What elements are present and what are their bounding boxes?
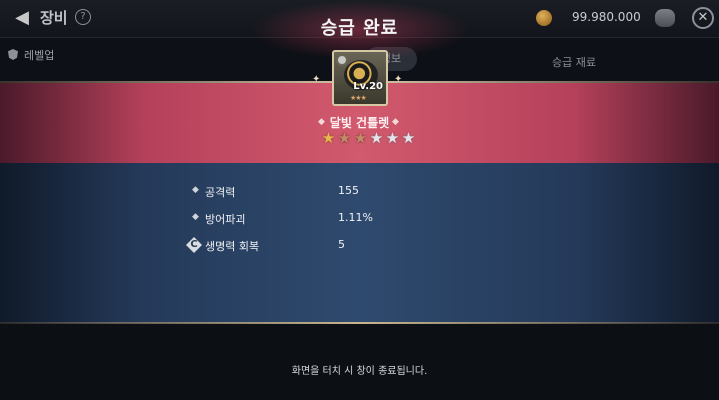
stat-row-hp-regen: C 생명력 회복 5	[0, 237, 719, 257]
stat-row-armor-break: ◆ 방어파괴 1.11%	[0, 210, 719, 230]
stat-row-attack: ◆ 공격력 155	[0, 183, 719, 203]
star-icon-2: ★	[337, 129, 352, 147]
star-icon-1: ★	[321, 129, 336, 147]
item-level: Lv.20	[353, 81, 383, 92]
tab-levelup[interactable]: 레벨업	[8, 47, 54, 63]
stat-label: 방어파괴	[205, 213, 246, 226]
close-hint[interactable]: 화면을 터치 시 창이 종료됩니다.	[0, 362, 719, 377]
shield-icon	[8, 49, 18, 60]
diamond-icon-right: ◆	[392, 117, 399, 127]
star-rating: ★ ★ ★ ★ ★ ★	[321, 131, 416, 151]
star-icon-5: ★	[385, 129, 400, 147]
stat-label: 공격력	[205, 186, 236, 199]
modal-title: 승급 완료	[320, 18, 399, 39]
stat-value: 1.11%	[338, 211, 373, 224]
star-icon-4: ★	[369, 129, 384, 147]
item-mini-stars: ★★★	[350, 94, 367, 102]
star-icon-6: ★	[401, 129, 416, 147]
material-label: 승급 재료	[552, 56, 596, 69]
star-icon-3: ★	[353, 129, 368, 147]
stat-value: 155	[338, 184, 359, 197]
bullet-icon: ◆	[192, 185, 199, 195]
band-bottom-divider	[0, 322, 719, 324]
item-card: Lv.20 ★★★	[332, 50, 388, 106]
sparkle-icon-left: ✦	[312, 74, 321, 85]
bullet-icon: ◆	[192, 212, 199, 222]
tab-levelup-label: 레벨업	[24, 49, 55, 62]
c-grade-icon: C	[186, 237, 202, 253]
stat-label: 생명력 회복	[205, 240, 260, 253]
stat-value: 5	[338, 238, 345, 251]
flower-icon	[336, 54, 348, 66]
sparkle-icon-right: ✦	[394, 74, 403, 85]
